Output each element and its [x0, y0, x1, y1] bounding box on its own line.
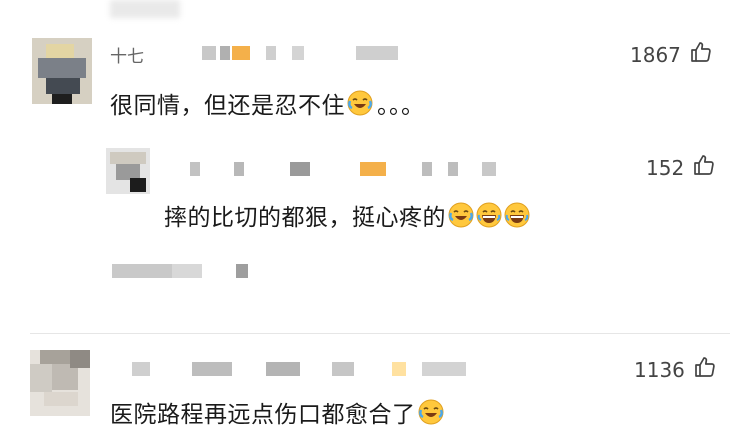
pixelated-header-remnant [110, 0, 180, 18]
thumbs-up-icon [693, 355, 717, 384]
like-button[interactable]: 1867 [630, 40, 713, 69]
like-count: 1136 [634, 357, 685, 382]
pixelated-username [196, 46, 406, 60]
like-count: 1867 [630, 42, 681, 67]
divider [30, 333, 730, 334]
pixelated-username [132, 362, 472, 376]
thumbs-up-icon [689, 40, 713, 69]
avatar[interactable] [106, 148, 150, 194]
username[interactable]: 十七 [110, 42, 144, 67]
pixelated-username [190, 162, 500, 176]
laugh-cry-emoji [347, 90, 373, 116]
like-button[interactable]: 152 [646, 153, 716, 182]
avatar[interactable] [30, 350, 90, 416]
like-button[interactable]: 1136 [634, 355, 717, 384]
comment-text: 摔的比切的都狠，挺心疼的 [164, 198, 530, 232]
laugh-cry-emoji [418, 399, 444, 425]
grin-emoji [504, 202, 530, 228]
thumbs-up-icon [692, 153, 716, 182]
grin-emoji [476, 202, 502, 228]
pixelated-more-replies-link[interactable] [112, 264, 252, 278]
comment-text: 医院路程再远点伤口都愈合了 [110, 395, 444, 429]
avatar[interactable] [32, 38, 92, 104]
like-count: 152 [646, 155, 685, 180]
laugh-cry-emoji [448, 202, 474, 228]
comment-text: 很同情，但还是忍不住 。。。 [110, 86, 425, 120]
